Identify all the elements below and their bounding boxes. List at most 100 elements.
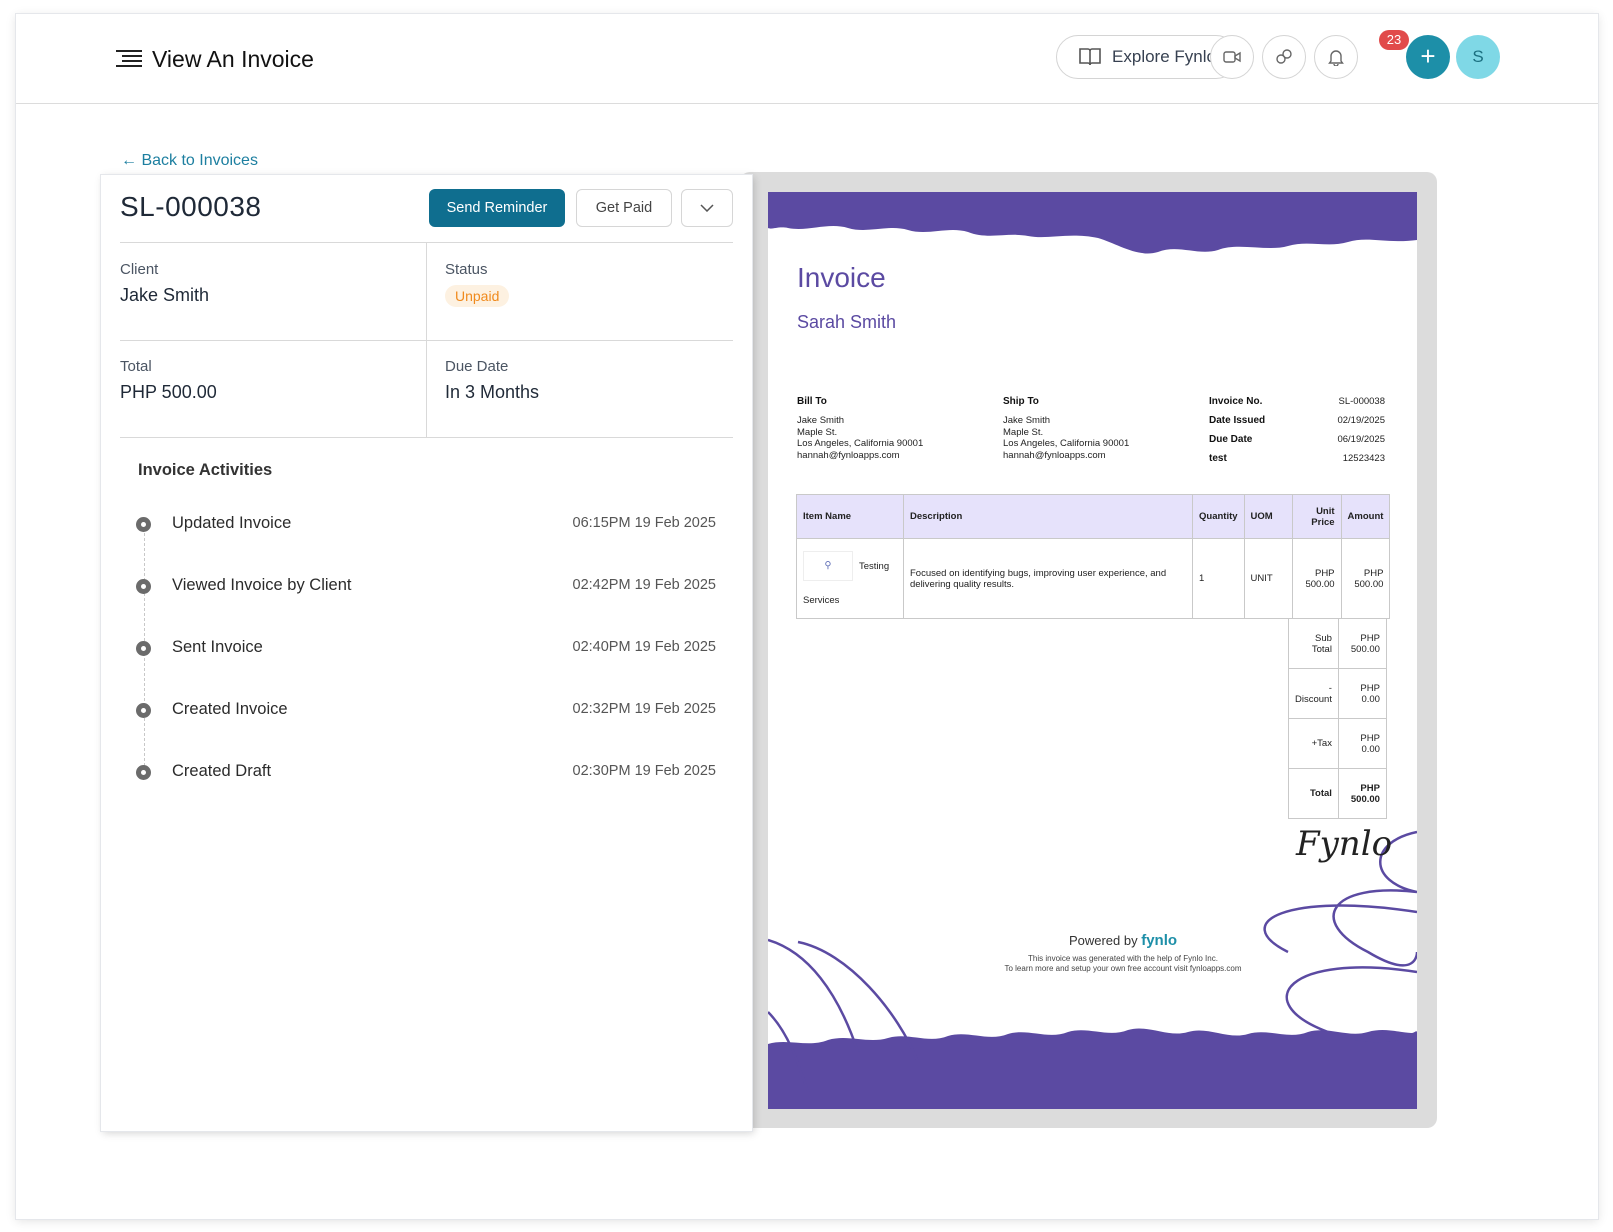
- activities-title: Invoice Activities: [138, 461, 273, 479]
- ship-to-line: hannah@fynloapps.com: [1003, 449, 1106, 461]
- col-description: Description: [903, 494, 1193, 539]
- table-row: ⚲ Testing Services Focused on identifyin…: [796, 538, 1391, 619]
- chevron-down-icon: [700, 204, 714, 212]
- timeline-dot-icon: [136, 703, 151, 718]
- subtotal-value: PHP 500.00: [1337, 618, 1387, 669]
- activity-time: 02:32PM 19 Feb 2025: [572, 701, 717, 717]
- client-value: Jake Smith: [120, 285, 210, 305]
- bell-icon: [1328, 50, 1344, 66]
- preview-invoice-title: Invoice: [797, 262, 886, 293]
- send-reminder-button[interactable]: Send Reminder: [429, 189, 565, 227]
- bill-to-address: Jake Smith Maple St. Los Angeles, Califo…: [797, 415, 923, 461]
- add-new-button[interactable]: +: [1406, 35, 1450, 79]
- totals-row: Sub Total PHP 500.00: [1288, 618, 1387, 669]
- totals-table: Sub Total PHP 500.00 - Discount PHP 0.00…: [1288, 618, 1387, 819]
- activity-item: Updated Invoice 06:15PM 19 Feb 2025: [136, 512, 716, 536]
- due-date-cell: Due Date In 3 Months: [445, 340, 751, 437]
- total-cell: Total PHP 500.00: [120, 340, 426, 437]
- avatar[interactable]: S: [1456, 35, 1500, 79]
- meta-value: SL-000038: [1338, 396, 1385, 407]
- table-header-row: Item Name Description Quantity UOM Unit …: [796, 494, 1391, 539]
- item-cell: ⚲ Testing Services: [796, 538, 904, 619]
- totals-row: Total PHP 500.00: [1288, 768, 1387, 819]
- activity-time: 02:42PM 19 Feb 2025: [572, 577, 717, 593]
- timeline-dot-icon: [136, 579, 151, 594]
- chat-button[interactable]: [1262, 35, 1306, 79]
- timeline-dot-icon: [136, 517, 151, 532]
- ship-to-address: Jake Smith Maple St. Los Angeles, Califo…: [1003, 415, 1129, 461]
- signature: Fynlo: [1296, 824, 1393, 864]
- meta-label: Due Date: [1209, 434, 1253, 445]
- due-date-label: Due Date: [445, 358, 509, 375]
- ship-to-line: Maple St.: [1003, 426, 1044, 438]
- menu-icon[interactable]: [116, 50, 142, 67]
- due-date-value: In 3 Months: [445, 382, 540, 402]
- bill-to-line: Jake Smith: [797, 415, 844, 426]
- activity-item: Sent Invoice 02:40PM 19 Feb 2025: [136, 636, 716, 660]
- preview-sender-name: Sarah Smith: [797, 312, 897, 332]
- magnifier-icon: ⚲: [803, 551, 853, 581]
- activity-label: Created Draft: [172, 762, 272, 780]
- description-cell: Focused on identifying bugs, improving u…: [903, 538, 1193, 619]
- activity-item: Viewed Invoice by Client 02:42PM 19 Feb …: [136, 574, 716, 598]
- status-cell: Status Unpaid: [445, 243, 751, 340]
- discount-value: PHP 0.00: [1337, 668, 1387, 719]
- powered-by-label: Powered by: [1068, 933, 1138, 948]
- item-name-a: Testing: [859, 560, 890, 572]
- item-name-b: Services: [803, 595, 840, 606]
- client-label: Client: [120, 261, 159, 278]
- tax-value: PHP 0.00: [1337, 718, 1387, 769]
- totals-row: +Tax PHP 0.00: [1288, 718, 1387, 769]
- ship-to-line: Jake Smith: [1003, 415, 1050, 426]
- totals-row: - Discount PHP 0.00: [1288, 668, 1387, 719]
- notifications-button[interactable]: [1314, 35, 1358, 79]
- client-cell: Client Jake Smith: [120, 243, 426, 340]
- generated-note-line: This invoice was generated with the help…: [1028, 954, 1218, 963]
- back-to-invoices-link[interactable]: ← Back to Invoices: [121, 152, 258, 170]
- activity-time: 06:15PM 19 Feb 2025: [572, 515, 717, 531]
- col-item-name: Item Name: [796, 494, 904, 539]
- more-actions-button[interactable]: [681, 189, 733, 227]
- ship-to-label: Ship To: [1003, 396, 1039, 407]
- col-quantity: Quantity: [1192, 494, 1245, 539]
- meta-value: 12523423: [1342, 453, 1385, 464]
- get-paid-button[interactable]: Get Paid: [576, 189, 672, 227]
- col-uom: UOM: [1243, 494, 1293, 539]
- activity-item: Created Invoice 02:32PM 19 Feb 2025: [136, 698, 716, 722]
- meta-value: 06/19/2025: [1337, 434, 1385, 445]
- meta-label: Date Issued: [1209, 415, 1266, 426]
- fynlo-logo: fynlo: [1141, 932, 1178, 949]
- meta-label: Invoice No.: [1209, 396, 1263, 407]
- powered-by: Powered by fynlo: [768, 932, 1417, 949]
- meta-label: test: [1209, 453, 1227, 464]
- bill-to-line: hannah@fynloapps.com: [797, 449, 900, 461]
- quantity-cell: 1: [1192, 538, 1245, 619]
- timeline-dot-icon: [136, 641, 151, 656]
- unit-price-cell: PHP 500.00: [1291, 538, 1342, 619]
- tax-label: +Tax: [1288, 718, 1339, 769]
- invoice-number: SL-000038: [120, 191, 262, 222]
- page-title: View An Invoice: [152, 46, 314, 72]
- activity-label: Sent Invoice: [172, 638, 263, 656]
- chat-icon: [1276, 49, 1292, 64]
- col-unit-price: Unit Price: [1291, 494, 1342, 539]
- generated-note: This invoice was generated with the help…: [768, 954, 1417, 974]
- bill-to-label: Bill To: [797, 396, 827, 407]
- ship-to-line: Los Angeles, California 90001: [1003, 438, 1130, 449]
- total-label: Total: [1288, 768, 1339, 819]
- invoice-preview-paper[interactable]: Invoice Sarah Smith Bill To Jake Smith M…: [768, 192, 1417, 1109]
- status-badge: Unpaid: [445, 285, 510, 307]
- invoice-summary-panel: SL-000038 Send Reminder Get Paid Client …: [101, 175, 752, 1131]
- top-bar: View An Invoice Explore Fynlo 23 + S: [16, 14, 1598, 104]
- notification-badge: 23: [1379, 30, 1409, 50]
- line-items-table: Item Name Description Quantity UOM Unit …: [796, 494, 1391, 619]
- activity-label: Viewed Invoice by Client: [172, 576, 352, 594]
- activity-time: 02:30PM 19 Feb 2025: [572, 763, 717, 779]
- discount-label: - Discount: [1288, 668, 1339, 719]
- generated-note-line: To learn more and setup your own free ac…: [1004, 964, 1242, 973]
- total-label: Total: [120, 358, 152, 375]
- video-button[interactable]: [1210, 35, 1254, 79]
- bill-to-line: Los Angeles, California 90001: [797, 438, 924, 449]
- video-icon: [1223, 51, 1241, 63]
- status-label: Status: [445, 261, 488, 278]
